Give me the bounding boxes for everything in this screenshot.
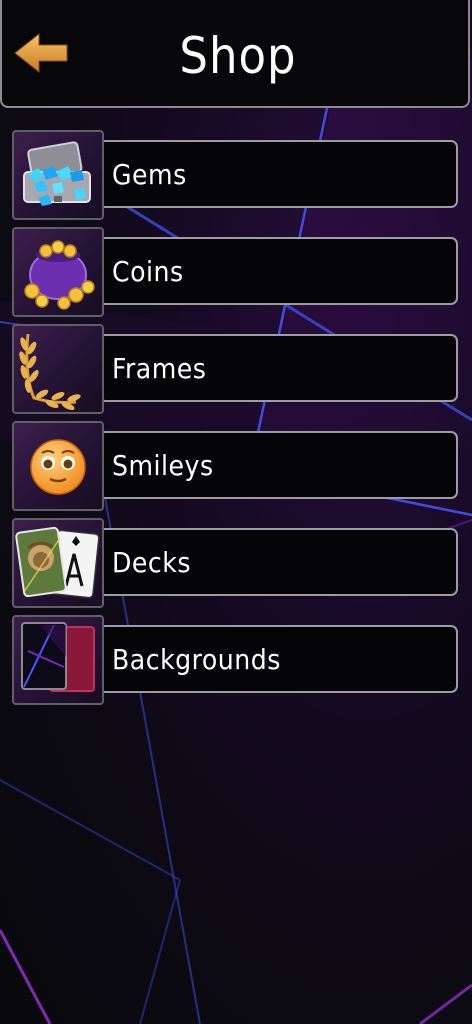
menu-item-gems[interactable]: Gems xyxy=(12,130,462,222)
menu-item-label: Gems xyxy=(112,158,187,191)
smiley-face-icon xyxy=(12,421,104,511)
shop-screen: Shop Gems Coins Frames Smileys Decks Bac… xyxy=(0,0,472,1024)
menu-item-frames[interactable]: Frames xyxy=(12,324,462,416)
back-arrow-icon xyxy=(14,32,68,74)
gems-case-icon xyxy=(12,130,104,220)
menu-item-label: Smileys xyxy=(112,449,214,482)
header-bar: Shop xyxy=(0,0,470,108)
coins-pot-icon xyxy=(12,227,104,317)
menu-item-coins[interactable]: Coins xyxy=(12,227,462,319)
backgrounds-icon xyxy=(12,615,104,705)
back-button[interactable] xyxy=(10,26,72,80)
menu-item-smileys[interactable]: Smileys xyxy=(12,421,462,513)
menu-item-label: Decks xyxy=(112,546,191,579)
menu-item-decks[interactable]: Decks xyxy=(12,518,462,610)
menu-item-backgrounds[interactable]: Backgrounds xyxy=(12,615,462,707)
page-title: Shop xyxy=(179,27,297,85)
playing-cards-icon xyxy=(12,518,104,608)
laurel-frame-icon xyxy=(12,324,104,414)
menu-item-label: Frames xyxy=(112,352,207,385)
menu-item-label: Coins xyxy=(112,255,184,288)
menu-item-label: Backgrounds xyxy=(112,643,281,676)
